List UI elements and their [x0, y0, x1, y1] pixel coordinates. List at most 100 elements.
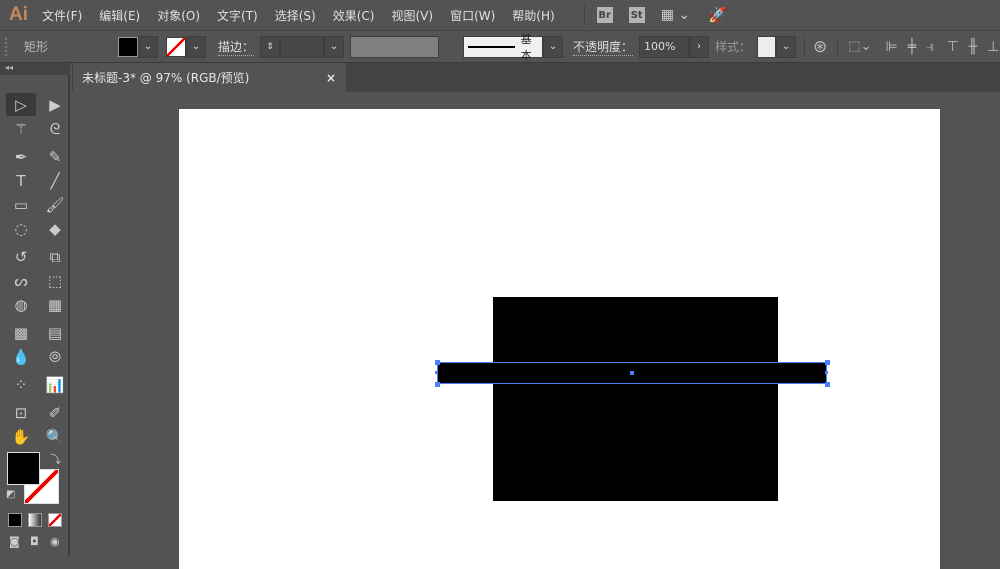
canvas-area[interactable]	[72, 92, 1000, 569]
stroke-swatch[interactable]	[166, 36, 186, 57]
shaper-tool[interactable]: ◌	[6, 217, 36, 240]
selection-handle-bl[interactable]	[435, 382, 440, 387]
toolbar-collapse-button[interactable]: ◂◂	[0, 63, 70, 75]
selection-tool[interactable]: ▷	[6, 93, 36, 116]
zoom-tool[interactable]: 🔍	[40, 425, 70, 448]
document-tab-title: 未标题-3* @ 97% (RGB/预览)	[82, 71, 250, 85]
document-tab-bar: 未标题-3* @ 97% (RGB/预览) ×	[72, 63, 1000, 92]
control-bar: 矩形 ⌄ ⌄ 描边： ⇕ ⌄ ⌄ 基本 ⌄ 不透明度： 100% › 样式： ⌄…	[0, 30, 1000, 63]
selection-handle-mr[interactable]	[825, 371, 828, 374]
direct-selection-tool[interactable]: ▶	[40, 93, 70, 116]
divider	[837, 36, 839, 57]
selection-handle-tr[interactable]	[825, 360, 830, 365]
eraser-tool[interactable]: ◆	[40, 217, 70, 240]
stroke-weight-stepper[interactable]: ⇕	[260, 35, 281, 58]
menu-view[interactable]: 视图(V)	[391, 7, 433, 24]
graphic-style-swatch[interactable]	[757, 35, 777, 58]
selection-handle-ml[interactable]	[435, 371, 438, 374]
color-mode-button[interactable]	[8, 513, 22, 527]
stroke-dropdown[interactable]: ⌄	[186, 35, 206, 58]
selection-handle-tl[interactable]	[435, 360, 440, 365]
tools-panel: ▷ ▶ ⚚ ᘓ ✒ ✎ T ╱ ▭ 🖌 ◌ ◆ ↺ ⧉ ᔕ ⬚ ◍ ▦ ▩ ▤ 💧 ⦾ ⁘ 📊 ⊡ ✐ ✋ 🔍 ⤵ ◩ ◙ ◘ ◉	[0, 75, 70, 556]
close-tab-icon[interactable]: ×	[326, 71, 336, 85]
recolor-artwork-icon[interactable]: ⊛	[813, 37, 827, 57]
align-left-icon[interactable]: ⊫	[885, 39, 897, 55]
shape-builder-tool[interactable]: ◍	[6, 293, 36, 316]
stroke-weight-input[interactable]	[280, 35, 325, 58]
fill-swatch[interactable]	[118, 36, 138, 57]
fill-color-box[interactable]	[7, 452, 40, 485]
gradient-tool[interactable]: ▤	[40, 321, 70, 344]
gradient-mode-button[interactable]	[28, 513, 42, 527]
variable-width-dropdown: ⌄	[439, 35, 460, 58]
menu-type[interactable]: 文字(T)	[217, 7, 258, 24]
eyedropper-tool[interactable]: 💧	[6, 345, 36, 368]
column-graph-tool[interactable]: 📊	[40, 373, 70, 396]
align-top-icon[interactable]: ⊤	[947, 39, 959, 55]
lasso-tool[interactable]: ᘓ	[40, 117, 70, 140]
align-bottom-icon[interactable]: ⊥	[987, 39, 999, 55]
document-tab[interactable]: 未标题-3* @ 97% (RGB/预览) ×	[73, 63, 346, 92]
draw-normal-icon[interactable]: ◙	[9, 535, 20, 548]
menu-edit[interactable]: 编辑(E)	[99, 7, 140, 24]
bridge-button[interactable]: Br	[596, 7, 613, 23]
curvature-tool[interactable]: ✎	[40, 145, 70, 168]
menu-bar: Ai 文件(F) 编辑(E) 对象(O) 文字(T) 选择(S) 效果(C) 视…	[0, 0, 1000, 30]
brush-line-preview	[468, 45, 515, 48]
menu-window[interactable]: 窗口(W)	[450, 7, 495, 24]
stroke-label[interactable]: 描边：	[218, 38, 255, 56]
warp-tool[interactable]: ᔕ	[6, 269, 36, 292]
artboard-tool[interactable]: ⊡	[6, 401, 36, 424]
brush-dropdown[interactable]: ⌄	[543, 35, 564, 58]
opacity-label[interactable]: 不透明度：	[573, 38, 634, 56]
magic-wand-tool[interactable]: ⚚	[6, 117, 36, 140]
paintbrush-tool[interactable]: 🖌	[40, 193, 70, 216]
swap-fill-stroke-icon[interactable]: ⤵	[50, 451, 61, 467]
menu-object[interactable]: 对象(O)	[157, 7, 200, 24]
app-logo: Ai	[9, 4, 28, 25]
line-tool[interactable]: ╱	[40, 169, 70, 192]
free-transform-tool[interactable]: ⬚	[40, 269, 70, 292]
slice-tool[interactable]: ✐	[40, 401, 70, 424]
variable-width-profile[interactable]	[350, 35, 440, 58]
perspective-grid-tool[interactable]: ▦	[40, 293, 70, 316]
rectangle-tool[interactable]: ▭	[6, 193, 36, 216]
opacity-input[interactable]: 100%	[639, 35, 690, 58]
pen-tool[interactable]: ✒	[6, 145, 36, 168]
object-type-label: 矩形	[24, 40, 49, 54]
menu-help[interactable]: 帮助(H)	[512, 7, 554, 24]
stock-button[interactable]: St	[628, 7, 645, 23]
menu-select[interactable]: 选择(S)	[275, 7, 316, 24]
hand-tool[interactable]: ✋	[6, 425, 36, 448]
panel-grip[interactable]	[5, 37, 9, 56]
menu-effect[interactable]: 效果(C)	[333, 7, 375, 24]
mesh-tool[interactable]: ▩	[6, 321, 36, 344]
brush-label: 基本	[520, 32, 532, 62]
none-mode-button[interactable]	[48, 513, 62, 527]
align-horizontal-center-icon[interactable]: ╪	[908, 39, 916, 55]
scale-tool[interactable]: ⧉	[40, 245, 70, 268]
black-rectangle[interactable]	[493, 297, 778, 501]
align-right-icon[interactable]: ⫣	[926, 39, 934, 55]
align-to-icon[interactable]: ⬚⌄	[848, 39, 871, 54]
workspace-layout-icon[interactable]: ▦ ⌄	[661, 7, 690, 23]
blend-tool[interactable]: ⦾	[40, 345, 70, 368]
artboard[interactable]	[179, 109, 940, 569]
style-dropdown[interactable]: ⌄	[776, 35, 797, 58]
rotate-tool[interactable]: ↺	[6, 245, 36, 268]
default-fill-stroke-icon[interactable]: ◩	[6, 489, 15, 500]
selection-handle-br[interactable]	[825, 382, 830, 387]
stroke-weight-dropdown[interactable]: ⌄	[324, 35, 345, 58]
draw-inside-icon[interactable]: ◉	[50, 535, 60, 548]
brush-definition[interactable]: 基本	[463, 33, 544, 62]
align-vertical-center-icon[interactable]: ╫	[969, 39, 977, 55]
fill-dropdown[interactable]: ⌄	[138, 35, 158, 58]
divider	[804, 36, 806, 57]
draw-behind-icon[interactable]: ◘	[30, 535, 39, 548]
opacity-expand[interactable]: ›	[689, 35, 710, 58]
symbol-sprayer-tool[interactable]: ⁘	[6, 373, 36, 396]
gpu-performance-icon[interactable]: 🚀	[708, 6, 727, 24]
menu-file[interactable]: 文件(F)	[42, 7, 82, 24]
type-tool[interactable]: T	[6, 169, 36, 192]
style-label: 样式：	[715, 40, 752, 54]
